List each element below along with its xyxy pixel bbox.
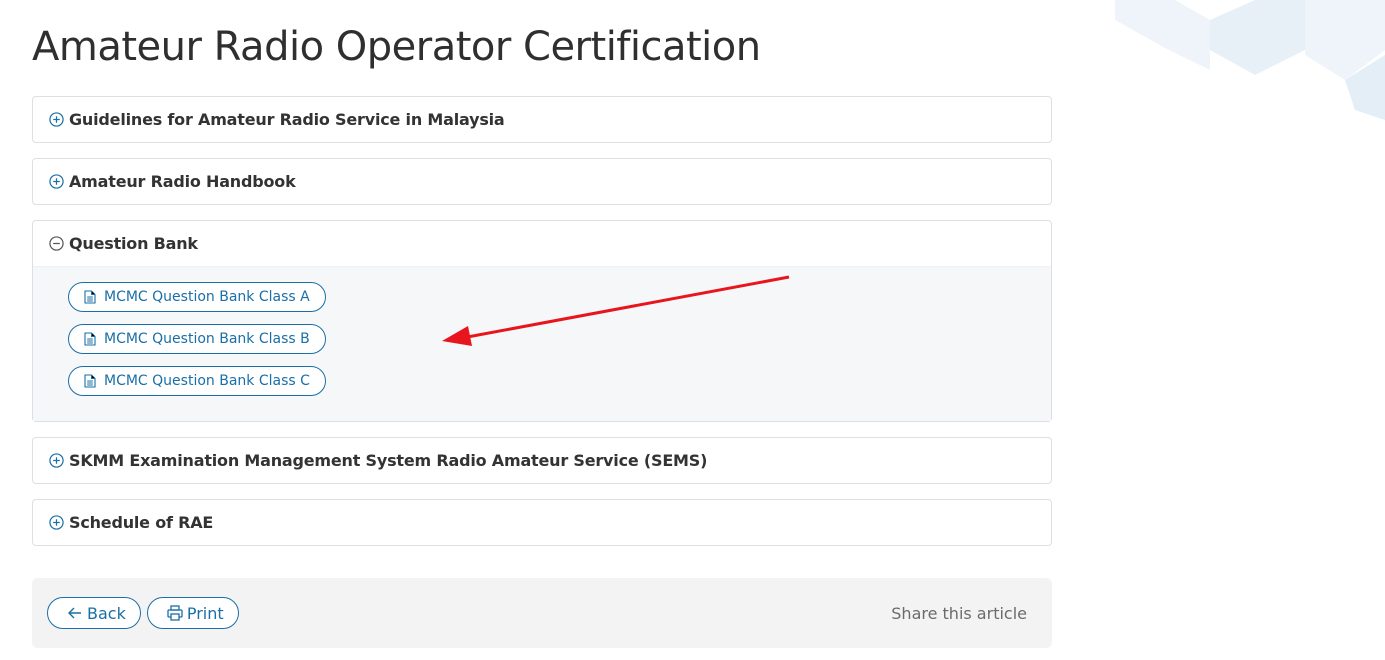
document-link-label: MCMC Question Bank Class C xyxy=(104,373,310,389)
accordion-label: SKMM Examination Management System Radio… xyxy=(69,451,708,470)
accordion-label: Schedule of RAE xyxy=(69,513,214,532)
accordion-header-question-bank[interactable]: Question Bank xyxy=(33,221,1051,266)
document-icon xyxy=(84,374,96,388)
share-label: Share this article xyxy=(891,603,1027,623)
accordion-item-schedule: Schedule of RAE xyxy=(32,499,1052,546)
background-pattern xyxy=(1115,0,1385,120)
accordion-header-handbook[interactable]: Amateur Radio Handbook xyxy=(33,159,1051,204)
page-title: Amateur Radio Operator Certification xyxy=(32,24,761,70)
accordion-label: Amateur Radio Handbook xyxy=(69,172,296,191)
minus-circle-icon xyxy=(49,236,64,251)
document-link-class-b[interactable]: MCMC Question Bank Class B xyxy=(68,324,326,354)
back-button[interactable]: Back xyxy=(47,597,141,629)
accordion-item-handbook: Amateur Radio Handbook xyxy=(32,158,1052,205)
article-footer: Back Print Share this article xyxy=(32,578,1052,648)
plus-circle-icon xyxy=(49,174,64,189)
plus-circle-icon xyxy=(49,515,64,530)
document-link-class-a[interactable]: MCMC Question Bank Class A xyxy=(68,282,326,312)
document-icon xyxy=(84,332,96,346)
arrow-left-icon xyxy=(66,604,84,622)
print-button-label: Print xyxy=(186,603,224,623)
document-icon xyxy=(84,290,96,304)
plus-circle-icon xyxy=(49,112,64,127)
document-link-label: MCMC Question Bank Class B xyxy=(104,331,310,347)
printer-icon xyxy=(166,604,184,622)
accordion-label: Question Bank xyxy=(69,234,198,253)
accordion-item-sems: SKMM Examination Management System Radio… xyxy=(32,437,1052,484)
accordion-header-schedule[interactable]: Schedule of RAE xyxy=(33,500,1051,545)
accordion-header-sems[interactable]: SKMM Examination Management System Radio… xyxy=(33,438,1051,483)
document-link-class-c[interactable]: MCMC Question Bank Class C xyxy=(68,366,326,396)
accordion-header-guidelines[interactable]: Guidelines for Amateur Radio Service in … xyxy=(33,97,1051,142)
print-button[interactable]: Print xyxy=(146,597,239,629)
back-button-label: Back xyxy=(87,603,126,623)
plus-circle-icon xyxy=(49,453,64,468)
accordion-item-guidelines: Guidelines for Amateur Radio Service in … xyxy=(32,96,1052,143)
annotation-arrow xyxy=(442,275,790,346)
document-link-label: MCMC Question Bank Class A xyxy=(104,289,310,305)
accordion-label: Guidelines for Amateur Radio Service in … xyxy=(69,110,505,129)
